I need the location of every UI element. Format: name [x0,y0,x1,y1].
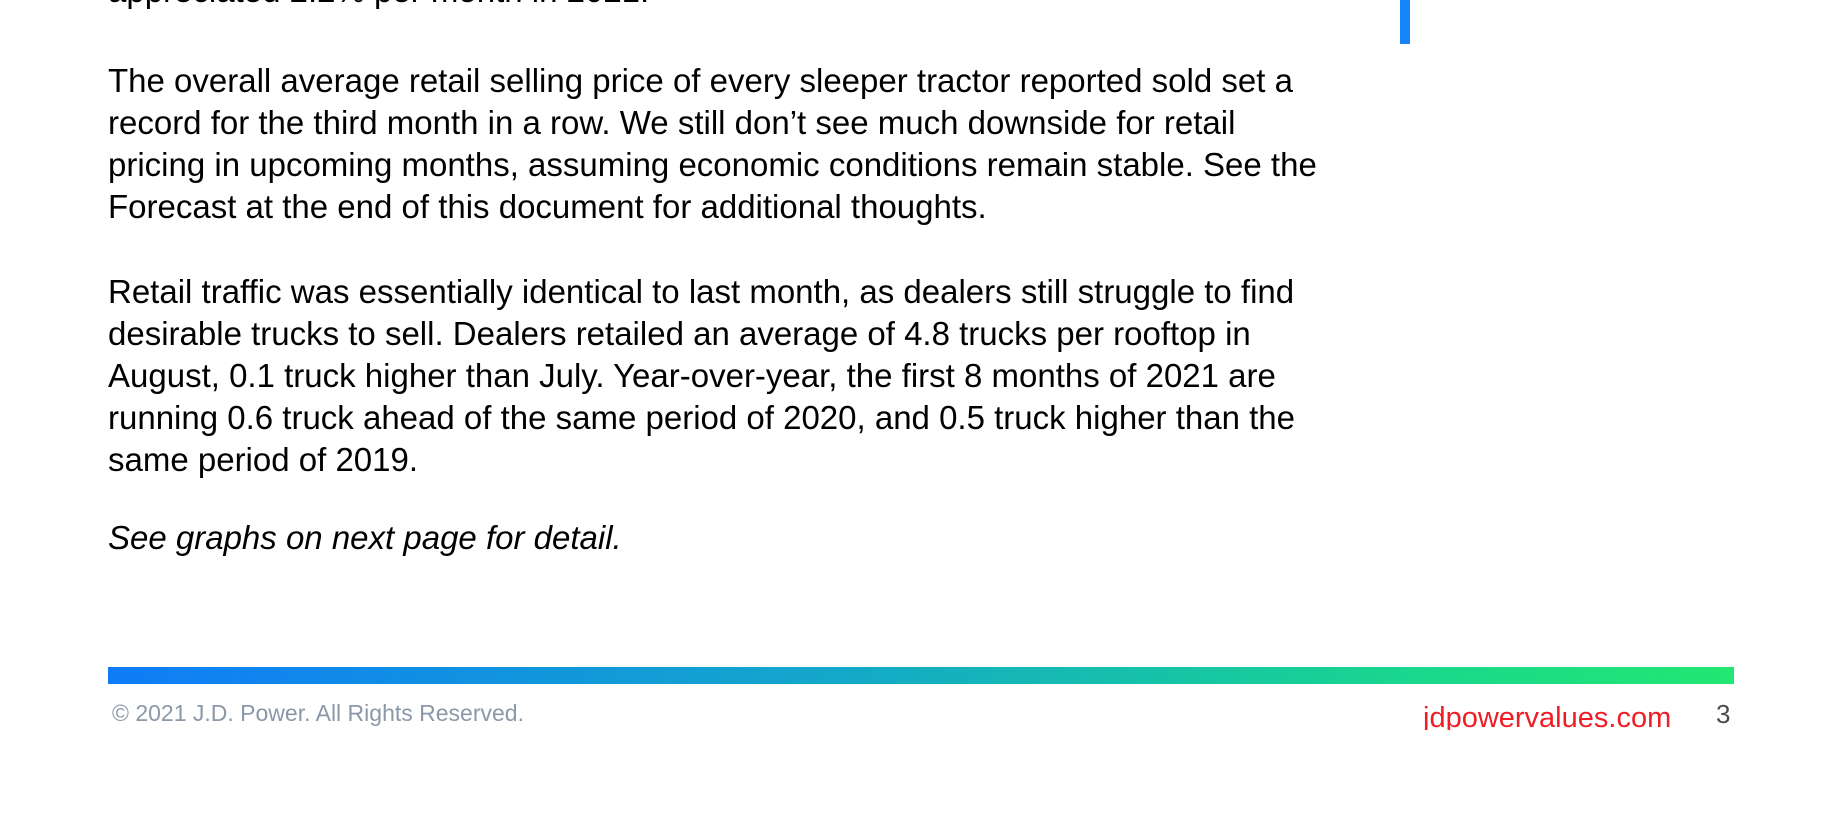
retail-price-paragraph: The overall average retail selling price… [108,62,1317,225]
blue-accent-bar [1400,0,1410,44]
next-page-note: See graphs on next page for detail. [108,519,622,556]
footer-gradient-rule [108,667,1734,684]
document-page: appreciated 2.2% per month in 2021. The … [0,0,1836,827]
partially-visible-text-line: appreciated 2.2% per month in 2021. [108,0,1308,12]
copyright-text: © 2021 J.D. Power. All Rights Reserved. [112,700,524,726]
website-link[interactable]: jdpowervalues.com [1423,699,1686,730]
retail-traffic-paragraph: Retail traffic was essentially identical… [108,273,1295,478]
page-number: 3 [1716,699,1731,729]
